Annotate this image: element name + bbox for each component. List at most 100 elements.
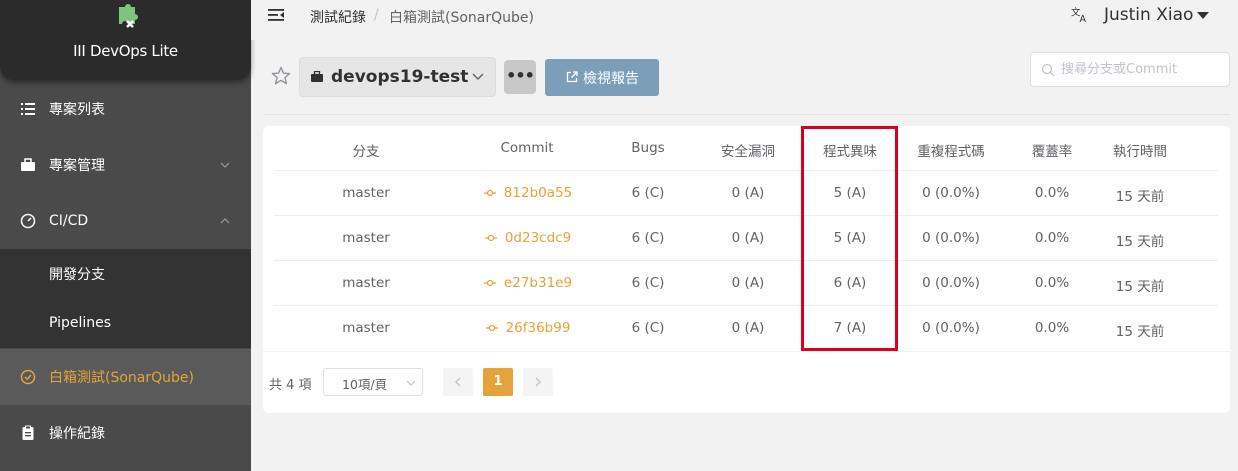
top-header: 測試紀錄 / 白箱測試(SonarQube) 文 A Justin Xiao [251,0,1238,40]
cell-vulnerabilities: 0 (A) [731,230,765,246]
sidebar-item-label: 專案列表 [49,102,105,118]
breadcrumb-item[interactable]: 測試紀錄 [310,7,366,27]
cell-branch: master [342,230,390,246]
table-divider [274,260,1218,261]
sidebar-item-label: Pipelines [49,315,112,331]
commit-link[interactable]: 26f36b99 [476,320,580,336]
view-report-label: 檢視報告 [583,71,639,87]
sidebar-subitem-dev-branch[interactable]: 開發分支 [0,249,251,298]
cell-coverage: 0.0% [1034,230,1070,246]
cell-run-time: 15 天前 [1115,189,1165,205]
prev-page-button[interactable] [443,368,473,396]
chevron-left-icon [455,377,461,387]
commit-hash: e27b31e9 [503,275,573,291]
cell-branch: master [342,320,390,336]
table-divider [274,305,1218,306]
cell-vulnerabilities: 0 (A) [731,275,765,291]
briefcase-icon [311,71,323,82]
cell-bugs: 6 (C) [631,320,665,336]
cell-bugs: 6 (C) [631,185,665,201]
cell-vulnerabilities: 0 (A) [731,320,765,336]
more-actions-button[interactable]: ••• [504,60,536,94]
table-divider [274,215,1218,216]
gauge-icon [20,213,36,229]
sidebar-item-label: CI/CD [49,213,89,229]
search-box [1030,52,1230,87]
view-report-button[interactable]: 檢視報告 [545,59,659,96]
translate-icon[interactable]: 文 A [1070,5,1089,24]
chevron-right-icon [535,377,541,387]
cell-duplications: 0 (0.0%) [922,275,980,291]
cell-coverage: 0.0% [1034,185,1070,201]
briefcase-icon [21,158,35,171]
cell-branch: master [342,275,390,291]
commit-icon [483,279,496,287]
commit-link[interactable]: 0d23cdc9 [476,230,580,246]
column-header-run-time: 執行時間 [1113,144,1167,160]
chevron-down-icon [406,380,416,386]
sidebar-item-cicd[interactable]: CI/CD [0,193,251,249]
sidebar-item-label: 操作紀錄 [49,426,105,442]
cell-coverage: 0.0% [1034,320,1070,336]
column-header-commit: Commit [500,140,554,156]
cell-vulnerabilities: 0 (A) [731,185,765,201]
sidebar-item-activity-log[interactable]: 操作紀錄 [0,405,251,461]
total-count: 共 4 項 [269,378,312,393]
sidebar-item-project-list[interactable]: 專案列表 [0,81,251,137]
page-number-current[interactable]: 1 [483,368,513,396]
caret-down-icon[interactable] [1197,12,1209,20]
external-link-icon [566,71,578,83]
check-circle-icon [20,369,36,385]
cell-run-time: 15 天前 [1115,324,1165,340]
page-size-value: 10項/頁 [342,377,388,392]
cell-duplications: 0 (0.0%) [922,230,980,246]
column-header-coverage: 覆蓋率 [1031,144,1073,160]
sidebar: III DevOps Lite 專案列表 專案管理 CI/CD 開發分支 Pip… [0,0,251,471]
commit-hash: 26f36b99 [505,320,571,336]
cell-run-time: 15 天前 [1115,279,1165,295]
commit-icon [485,324,498,332]
commit-icon [483,189,496,197]
commit-icon [484,234,497,242]
star-icon[interactable] [271,66,291,86]
next-page-button[interactable] [523,368,553,396]
sidebar-subitem-pipelines[interactable]: Pipelines [0,298,251,348]
cell-duplications: 0 (0.0%) [922,320,980,336]
project-select-value: devops19-test [331,67,469,87]
sidebar-item-label: 專案管理 [49,158,105,174]
page-size-select[interactable]: 10項/頁 [323,368,423,396]
logo-text: III DevOps Lite [73,42,178,60]
search-input[interactable] [1061,54,1226,85]
cell-bugs: 6 (C) [631,230,665,246]
column-header-branch: 分支 [352,144,380,160]
sidebar-item-label: 白箱測試(SonarQube) [49,370,194,386]
sidebar-item-sonarqube[interactable]: 白箱測試(SonarQube) [0,349,251,405]
column-header-duplications: 重複程式碼 [917,144,985,160]
search-icon [1041,63,1055,77]
list-icon [21,103,35,115]
table-divider [274,170,1218,171]
user-menu[interactable]: Justin Xiao [1104,5,1193,25]
commit-link[interactable]: 812b0a55 [476,185,580,201]
project-select[interactable]: devops19-test [299,57,496,97]
chevron-up-icon [220,218,230,224]
column-header-vulnerabilities: 安全漏洞 [721,144,775,160]
cell-coverage: 0.0% [1034,275,1070,291]
logo[interactable]: III DevOps Lite [0,0,251,80]
more-label: ••• [506,66,535,85]
chevron-down-icon [220,162,230,168]
cell-bugs: 6 (C) [631,275,665,291]
clipboard-icon [22,425,34,440]
pager-divider [263,351,1230,352]
column-header-bugs: Bugs [631,140,665,156]
code-smells-highlight-box [801,126,898,351]
sidebar-item-label: 開發分支 [49,266,105,283]
cell-duplications: 0 (0.0%) [922,185,980,201]
toolbar-divider [263,114,1230,115]
sidebar-item-project-management[interactable]: 專案管理 [0,137,251,193]
menu-fold-icon[interactable] [267,6,285,24]
puzzle-logo-icon [119,4,138,28]
commit-link[interactable]: e27b31e9 [476,275,580,291]
commit-hash: 812b0a55 [503,185,573,201]
cell-run-time: 15 天前 [1115,234,1165,250]
